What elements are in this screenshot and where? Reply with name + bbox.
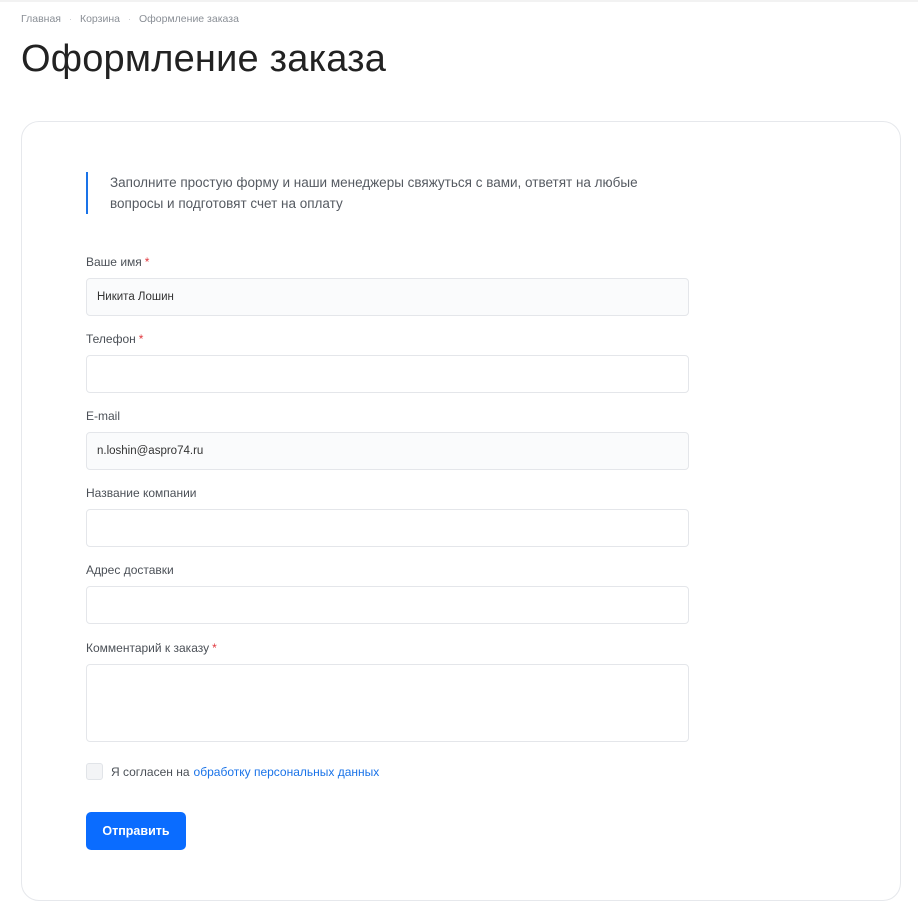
order-form-card: Заполните простую форму и наши менеджеры… (21, 121, 901, 901)
phone-label: Телефон * (86, 332, 144, 346)
address-input[interactable] (86, 586, 689, 624)
required-mark: * (144, 255, 150, 269)
privacy-policy-link[interactable]: обработку персональных данных (194, 765, 380, 779)
breadcrumb-separator: · (68, 14, 72, 24)
submit-button[interactable]: Отправить (86, 812, 186, 850)
breadcrumb-home[interactable]: Главная (21, 13, 61, 25)
page-title: Оформление заказа (21, 38, 387, 80)
company-field-group: Название компании (86, 486, 689, 547)
consent-text: Я согласен на (111, 764, 190, 779)
email-field-group: E-mail (86, 409, 689, 470)
name-field-group: Ваше имя * (86, 255, 689, 316)
comment-label: Комментарий к заказу * (86, 641, 217, 655)
top-divider (0, 0, 918, 2)
name-input[interactable] (86, 278, 689, 316)
company-label: Название компании (86, 486, 197, 500)
breadcrumb-separator: · (127, 14, 131, 24)
consent-checkbox[interactable] (86, 763, 103, 780)
comment-textarea[interactable] (86, 664, 689, 742)
consent-row: Я согласен на обработку персональных дан… (86, 763, 379, 780)
breadcrumb-current: Оформление заказа (138, 13, 239, 25)
phone-field-group: Телефон * (86, 332, 689, 393)
breadcrumb: Главная · Корзина · Оформление заказа (21, 13, 239, 25)
form-intro-note: Заполните простую форму и наши менеджеры… (86, 172, 686, 214)
name-label: Ваше имя * (86, 255, 150, 269)
required-mark: * (138, 332, 144, 346)
email-label: E-mail (86, 409, 121, 423)
required-mark: * (212, 641, 217, 655)
comment-field-group: Комментарий к заказу * (86, 641, 689, 742)
breadcrumb-cart[interactable]: Корзина (80, 13, 120, 25)
address-label: Адрес доставки (86, 563, 174, 577)
company-input[interactable] (86, 509, 689, 547)
address-field-group: Адрес доставки (86, 563, 689, 624)
phone-input[interactable] (86, 355, 689, 393)
email-input[interactable] (86, 432, 689, 470)
